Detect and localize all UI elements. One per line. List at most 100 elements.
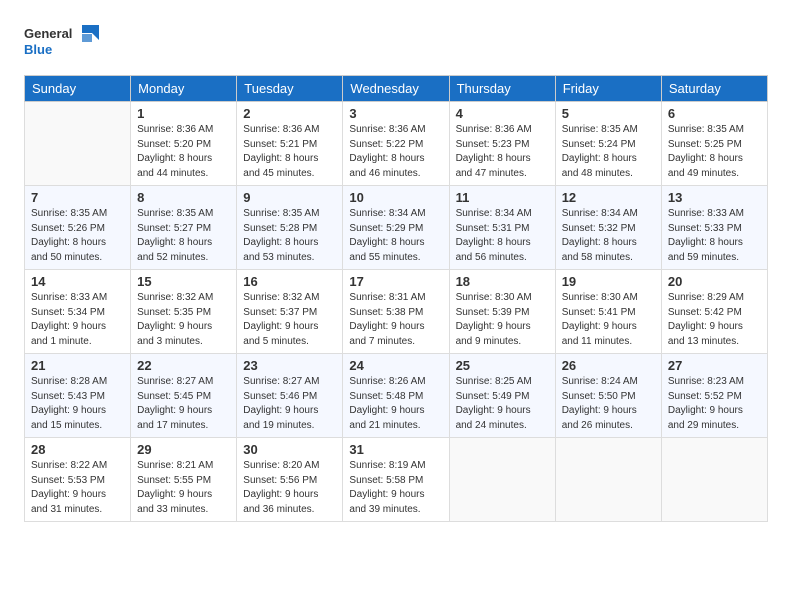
day-number: 11 bbox=[456, 190, 549, 205]
svg-text:Blue: Blue bbox=[24, 42, 52, 57]
day-info: Sunrise: 8:33 AMSunset: 5:33 PMDaylight:… bbox=[668, 207, 761, 265]
day-number: 25 bbox=[456, 358, 549, 373]
day-info: Sunrise: 8:34 AMSunset: 5:31 PMDaylight:… bbox=[456, 207, 549, 265]
day-number: 23 bbox=[243, 358, 336, 373]
day-number: 12 bbox=[562, 190, 655, 205]
day-number: 8 bbox=[137, 190, 230, 205]
day-number: 1 bbox=[137, 106, 230, 121]
calendar-cell: 14 Sunrise: 8:33 AMSunset: 5:34 PMDayligh… bbox=[25, 270, 131, 354]
day-number: 31 bbox=[349, 442, 442, 457]
day-info: Sunrise: 8:35 AMSunset: 5:25 PMDaylight:… bbox=[668, 123, 761, 181]
day-info: Sunrise: 8:36 AMSunset: 5:23 PMDaylight:… bbox=[456, 123, 549, 181]
calendar-cell: 7 Sunrise: 8:35 AMSunset: 5:26 PMDaylight… bbox=[25, 186, 131, 270]
calendar-cell: 24Sunrise: 8:26 AMSunset: 5:48 PMDayligh… bbox=[343, 354, 449, 438]
day-number: 16 bbox=[243, 274, 336, 289]
week-row-3: 14 Sunrise: 8:33 AMSunset: 5:34 PMDayligh… bbox=[25, 270, 768, 354]
day-number: 15 bbox=[137, 274, 230, 289]
day-header-tuesday: Tuesday bbox=[237, 76, 343, 102]
day-number: 19 bbox=[562, 274, 655, 289]
day-number: 7 bbox=[31, 190, 124, 205]
calendar-cell: 25 Sunrise: 8:25 AMSunset: 5:49 PMDayligh… bbox=[449, 354, 555, 438]
day-info: Sunrise: 8:29 AMSunset: 5:42 PMDaylight:… bbox=[668, 291, 761, 349]
day-info: Sunrise: 8:25 AMSunset: 5:49 PMDaylight:… bbox=[456, 375, 549, 433]
day-info: Sunrise: 8:20 AMSunset: 5:56 PMDaylight:… bbox=[243, 459, 336, 517]
calendar-cell: 2 Sunrise: 8:36 AMSunset: 5:21 PMDaylight… bbox=[237, 102, 343, 186]
day-info: Sunrise: 8:21 AMSunset: 5:55 PMDaylight:… bbox=[137, 459, 230, 517]
day-number: 30 bbox=[243, 442, 336, 457]
day-number: 6 bbox=[668, 106, 761, 121]
day-number: 29 bbox=[137, 442, 230, 457]
calendar-cell: 22 Sunrise: 8:27 AMSunset: 5:45 PMDayligh… bbox=[131, 354, 237, 438]
day-number: 22 bbox=[137, 358, 230, 373]
day-info: Sunrise: 8:35 AMSunset: 5:28 PMDaylight:… bbox=[243, 207, 336, 265]
calendar-cell: 31 Sunrise: 8:19 AMSunset: 5:58 PMDayligh… bbox=[343, 438, 449, 522]
calendar-cell: 18Sunrise: 8:30 AMSunset: 5:39 PMDayligh… bbox=[449, 270, 555, 354]
day-header-wednesday: Wednesday bbox=[343, 76, 449, 102]
week-row-2: 7 Sunrise: 8:35 AMSunset: 5:26 PMDaylight… bbox=[25, 186, 768, 270]
calendar-cell: 28Sunrise: 8:22 AMSunset: 5:53 PMDayligh… bbox=[25, 438, 131, 522]
day-info: Sunrise: 8:34 AMSunset: 5:32 PMDaylight:… bbox=[562, 207, 655, 265]
calendar-cell: 5 Sunrise: 8:35 AMSunset: 5:24 PMDaylight… bbox=[555, 102, 661, 186]
calendar-cell: 6 Sunrise: 8:35 AMSunset: 5:25 PMDaylight… bbox=[661, 102, 767, 186]
week-row-4: 21 Sunrise: 8:28 AMSunset: 5:43 PMDayligh… bbox=[25, 354, 768, 438]
calendar-cell: 20Sunrise: 8:29 AMSunset: 5:42 PMDayligh… bbox=[661, 270, 767, 354]
day-number: 5 bbox=[562, 106, 655, 121]
calendar-cell: 30 Sunrise: 8:20 AMSunset: 5:56 PMDayligh… bbox=[237, 438, 343, 522]
day-number: 4 bbox=[456, 106, 549, 121]
calendar-cell: 23 Sunrise: 8:27 AMSunset: 5:46 PMDayligh… bbox=[237, 354, 343, 438]
day-number: 13 bbox=[668, 190, 761, 205]
day-info: Sunrise: 8:36 AMSunset: 5:22 PMDaylight:… bbox=[349, 123, 442, 181]
day-info: Sunrise: 8:30 AMSunset: 5:41 PMDaylight:… bbox=[562, 291, 655, 349]
day-info: Sunrise: 8:32 AMSunset: 5:37 PMDaylight:… bbox=[243, 291, 336, 349]
day-info: Sunrise: 8:33 AMSunset: 5:34 PMDaylight:… bbox=[31, 291, 124, 349]
day-info: Sunrise: 8:35 AMSunset: 5:26 PMDaylight:… bbox=[31, 207, 124, 265]
day-info: Sunrise: 8:26 AMSunset: 5:48 PMDaylight:… bbox=[349, 375, 442, 433]
calendar-cell bbox=[449, 438, 555, 522]
calendar-cell: 16 Sunrise: 8:32 AMSunset: 5:37 PMDayligh… bbox=[237, 270, 343, 354]
day-number: 10 bbox=[349, 190, 442, 205]
header: General Blue bbox=[24, 20, 768, 65]
calendar-cell bbox=[661, 438, 767, 522]
calendar-cell bbox=[25, 102, 131, 186]
calendar-cell: 13 Sunrise: 8:33 AMSunset: 5:33 PMDayligh… bbox=[661, 186, 767, 270]
page: General Blue SundayMondayTuesdayWednesda… bbox=[0, 0, 792, 612]
day-info: Sunrise: 8:27 AMSunset: 5:45 PMDaylight:… bbox=[137, 375, 230, 433]
calendar-cell: 3 Sunrise: 8:36 AMSunset: 5:22 PMDaylight… bbox=[343, 102, 449, 186]
day-info: Sunrise: 8:34 AMSunset: 5:29 PMDaylight:… bbox=[349, 207, 442, 265]
day-info: Sunrise: 8:23 AMSunset: 5:52 PMDaylight:… bbox=[668, 375, 761, 433]
day-info: Sunrise: 8:36 AMSunset: 5:20 PMDaylight:… bbox=[137, 123, 230, 181]
day-info: Sunrise: 8:35 AMSunset: 5:24 PMDaylight:… bbox=[562, 123, 655, 181]
day-info: Sunrise: 8:35 AMSunset: 5:27 PMDaylight:… bbox=[137, 207, 230, 265]
calendar-table: SundayMondayTuesdayWednesdayThursdayFrid… bbox=[24, 75, 768, 522]
calendar-cell: 19 Sunrise: 8:30 AMSunset: 5:41 PMDayligh… bbox=[555, 270, 661, 354]
calendar-cell: 27 Sunrise: 8:23 AMSunset: 5:52 PMDayligh… bbox=[661, 354, 767, 438]
logo-icon: General Blue bbox=[24, 20, 114, 60]
day-number: 21 bbox=[31, 358, 124, 373]
day-number: 9 bbox=[243, 190, 336, 205]
logo: General Blue bbox=[24, 20, 114, 65]
day-number: 17 bbox=[349, 274, 442, 289]
day-info: Sunrise: 8:22 AMSunset: 5:53 PMDaylight:… bbox=[31, 459, 124, 517]
calendar-cell: 29 Sunrise: 8:21 AMSunset: 5:55 PMDayligh… bbox=[131, 438, 237, 522]
calendar-cell: 10 Sunrise: 8:34 AMSunset: 5:29 PMDayligh… bbox=[343, 186, 449, 270]
calendar-cell: 1 Sunrise: 8:36 AMSunset: 5:20 PMDaylight… bbox=[131, 102, 237, 186]
day-info: Sunrise: 8:27 AMSunset: 5:46 PMDaylight:… bbox=[243, 375, 336, 433]
calendar-cell: 17Sunrise: 8:31 AMSunset: 5:38 PMDayligh… bbox=[343, 270, 449, 354]
day-info: Sunrise: 8:24 AMSunset: 5:50 PMDaylight:… bbox=[562, 375, 655, 433]
day-header-thursday: Thursday bbox=[449, 76, 555, 102]
day-header-monday: Monday bbox=[131, 76, 237, 102]
calendar-cell bbox=[555, 438, 661, 522]
day-info: Sunrise: 8:28 AMSunset: 5:43 PMDaylight:… bbox=[31, 375, 124, 433]
day-info: Sunrise: 8:32 AMSunset: 5:35 PMDaylight:… bbox=[137, 291, 230, 349]
day-info: Sunrise: 8:19 AMSunset: 5:58 PMDaylight:… bbox=[349, 459, 442, 517]
day-number: 26 bbox=[562, 358, 655, 373]
day-number: 14 bbox=[31, 274, 124, 289]
day-number: 2 bbox=[243, 106, 336, 121]
day-header-row: SundayMondayTuesdayWednesdayThursdayFrid… bbox=[25, 76, 768, 102]
day-header-sunday: Sunday bbox=[25, 76, 131, 102]
day-info: Sunrise: 8:36 AMSunset: 5:21 PMDaylight:… bbox=[243, 123, 336, 181]
day-info: Sunrise: 8:30 AMSunset: 5:39 PMDaylight:… bbox=[456, 291, 549, 349]
day-number: 3 bbox=[349, 106, 442, 121]
day-number: 27 bbox=[668, 358, 761, 373]
week-row-5: 28Sunrise: 8:22 AMSunset: 5:53 PMDayligh… bbox=[25, 438, 768, 522]
